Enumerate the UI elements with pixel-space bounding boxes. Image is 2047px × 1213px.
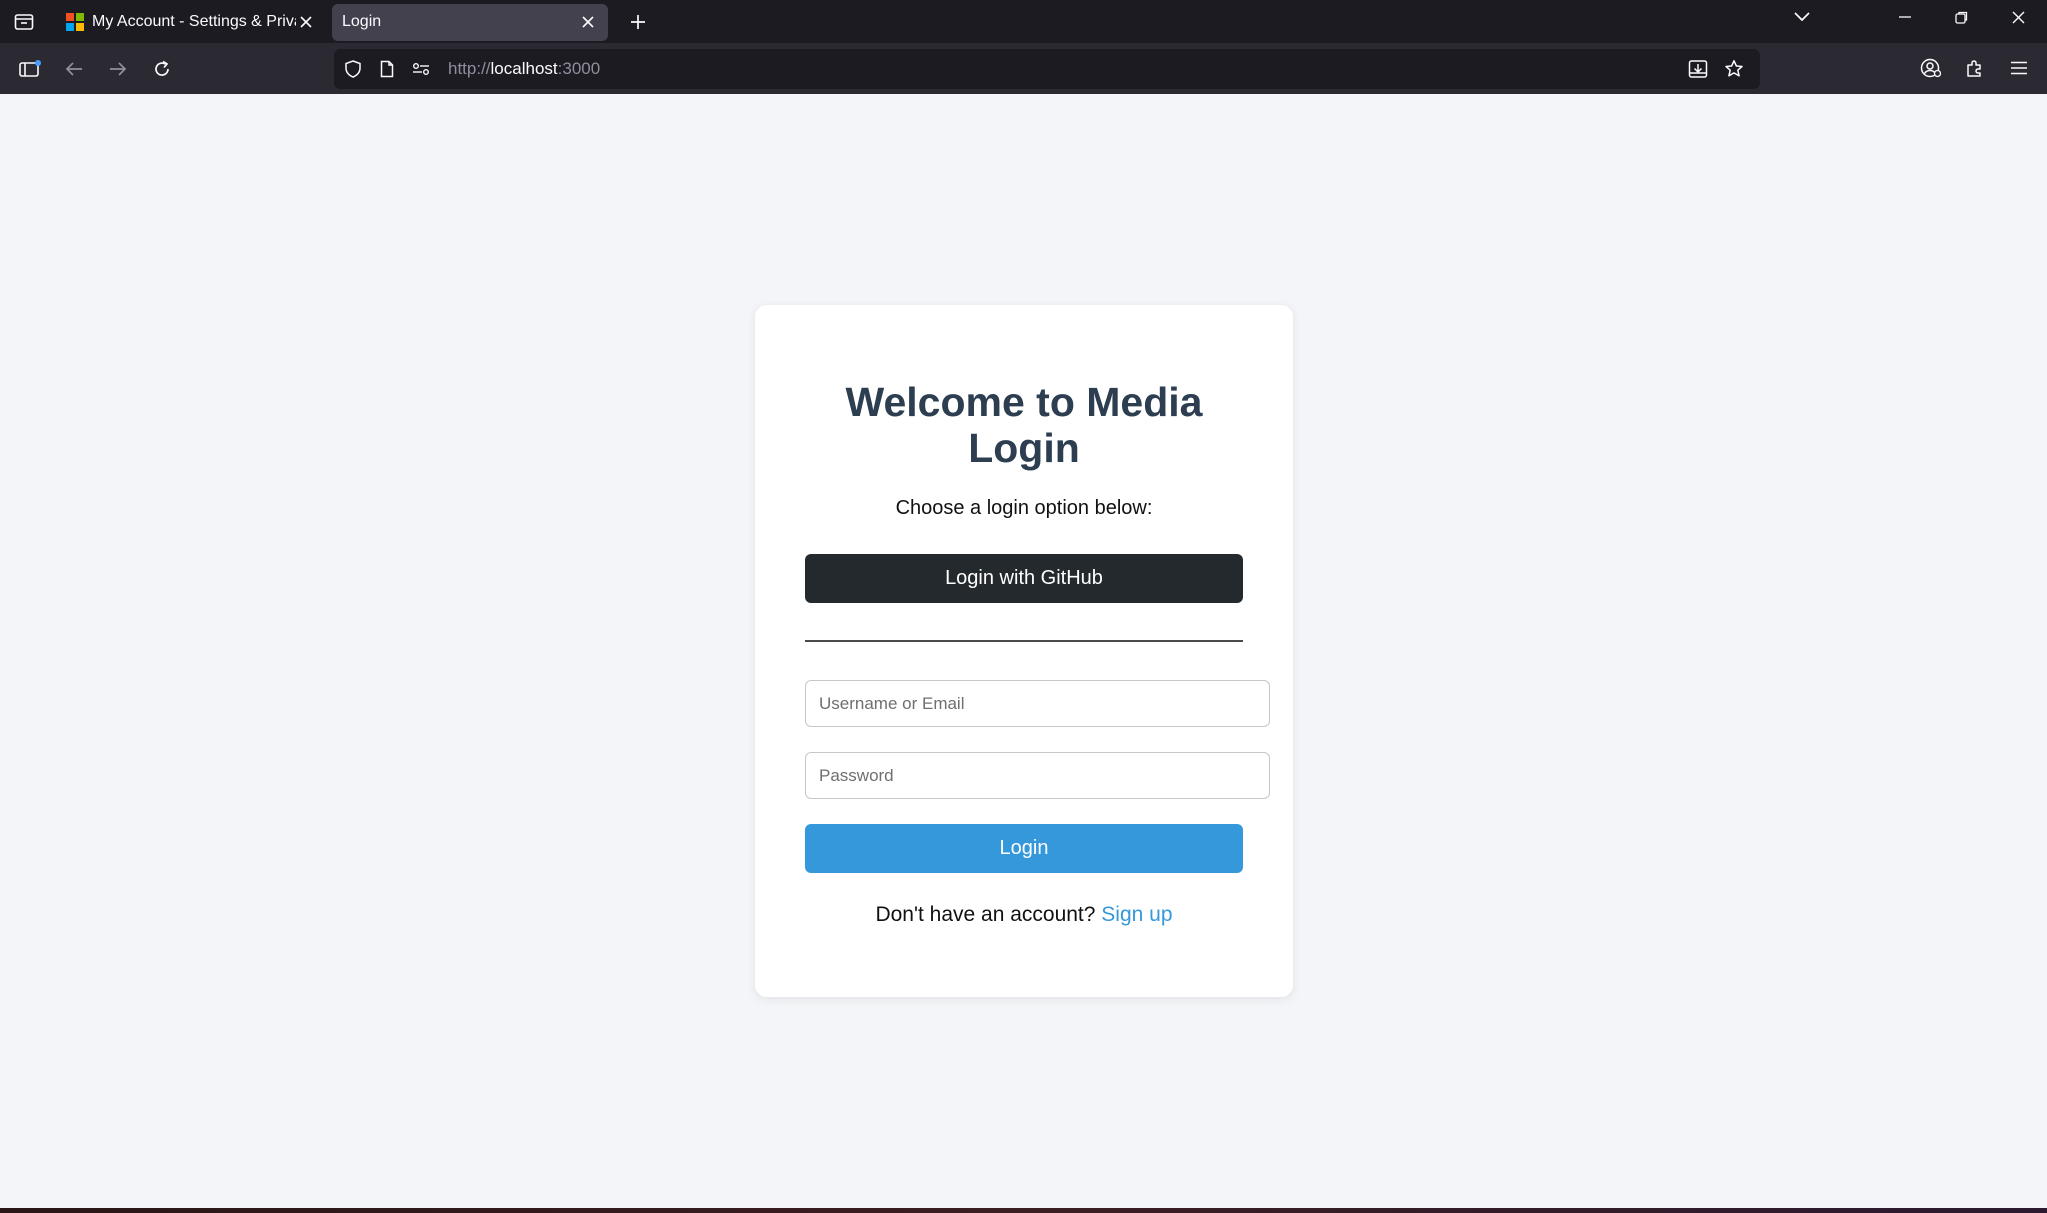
login-options-subtitle: Choose a login option below:	[895, 497, 1153, 519]
navigation-toolbar: http://localhost:3000	[0, 43, 2047, 94]
close-tab-icon[interactable]	[296, 12, 316, 32]
restore-icon[interactable]	[1933, 0, 1990, 34]
url-scheme: http://	[448, 59, 491, 78]
page-title: Welcome to Media Login	[845, 379, 1203, 471]
minimize-icon[interactable]	[1876, 0, 1933, 34]
window-controls	[1876, 0, 2047, 34]
signup-row: Don't have an account? Sign up	[755, 903, 1293, 927]
login-card: Welcome to Media Login Choose a login op…	[755, 305, 1293, 997]
url-host: localhost	[490, 59, 558, 78]
extensions-icon[interactable]	[1953, 48, 1997, 88]
account-icon[interactable]	[1909, 48, 1953, 88]
password-input[interactable]	[805, 752, 1270, 799]
page-icon[interactable]	[372, 49, 402, 89]
permissions-icon[interactable]	[406, 49, 436, 89]
tracking-protection-shield-icon[interactable]	[338, 49, 368, 89]
sign-up-link[interactable]: Sign up	[1101, 903, 1172, 926]
url-text[interactable]: http://localhost:3000	[448, 59, 600, 79]
save-to-pocket-icon[interactable]	[1680, 49, 1716, 89]
microsoft-logo-icon	[66, 13, 84, 31]
back-icon[interactable]	[52, 49, 96, 89]
address-bar-actions	[1680, 49, 1752, 89]
toolbar-right	[1909, 48, 2041, 88]
tab-title: Login	[342, 13, 382, 30]
sidebar-icon[interactable]	[8, 49, 52, 89]
forward-icon[interactable]	[96, 49, 140, 89]
divider	[805, 640, 1243, 642]
firefox-view-icon[interactable]	[0, 0, 48, 43]
username-or-email-input[interactable]	[805, 680, 1270, 727]
signup-prompt: Don't have an account?	[875, 903, 1096, 926]
tab-login[interactable]: Login	[332, 3, 608, 41]
tab-bar: My Account - Settings & Privacy Login	[0, 0, 2047, 43]
login-with-github-button[interactable]: Login with GitHub	[805, 554, 1243, 603]
menu-hamburger-icon[interactable]	[1997, 48, 2041, 88]
url-port: :3000	[557, 59, 601, 78]
list-all-tabs-icon[interactable]	[1786, 0, 1818, 34]
close-window-icon[interactable]	[1990, 0, 2047, 34]
bookmark-star-icon[interactable]	[1716, 49, 1752, 89]
tab-my-account[interactable]: My Account - Settings & Privacy	[56, 4, 326, 41]
reload-icon[interactable]	[140, 49, 184, 89]
new-tab-icon[interactable]	[616, 0, 660, 43]
address-bar[interactable]: http://localhost:3000	[334, 49, 1760, 89]
login-button[interactable]: Login	[805, 824, 1243, 873]
taskbar-edge	[0, 1208, 2047, 1213]
tab-title: My Account - Settings & Privacy	[92, 13, 296, 30]
close-tab-icon[interactable]	[578, 12, 598, 32]
